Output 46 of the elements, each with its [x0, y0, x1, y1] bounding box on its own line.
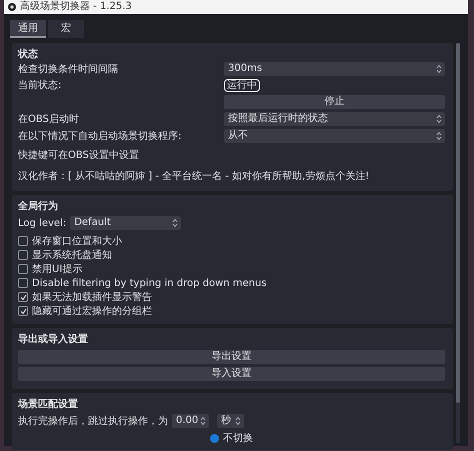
- settings-button[interactable]: 导入设置: [18, 367, 445, 381]
- checkbox[interactable]: [18, 250, 28, 260]
- checkbox-label: 隐藏可通过宏操作的分组栏: [32, 304, 152, 318]
- up-down-arrows-icon[interactable]: [436, 131, 442, 141]
- checkbox-label: 如果无法加载插件显示警告: [32, 290, 152, 304]
- checkbox[interactable]: [18, 306, 28, 316]
- settings-button[interactable]: 导出设置: [18, 350, 445, 364]
- field-label: 执行完操作后，跳过执行操作，为: [18, 414, 168, 428]
- checkbox-label: Disable filtering by typing in drop down menus: [32, 276, 267, 290]
- tab[interactable]: 宏: [48, 20, 84, 38]
- up-down-arrows-icon[interactable]: [436, 114, 442, 124]
- up-down-arrows-icon[interactable]: [436, 64, 442, 74]
- checkbox[interactable]: [18, 236, 28, 246]
- field-label: 在OBS启动时: [18, 112, 79, 126]
- info-text: 快捷键可在OBS设置中设置: [18, 149, 139, 162]
- group-title: 全局行为: [18, 200, 58, 214]
- checkbox-label: 显示系统托盘通知: [32, 248, 112, 262]
- checkbox[interactable]: [18, 292, 28, 302]
- field-label: Log level:: [18, 216, 66, 230]
- dropdown[interactable]: 秒: [217, 414, 244, 428]
- radio-label: 不切换: [223, 432, 253, 444]
- up-down-arrows-icon[interactable]: [172, 218, 178, 228]
- app-logo-icon: [8, 3, 16, 11]
- checkbox[interactable]: [18, 278, 28, 288]
- group-title: 导出或导入设置: [18, 332, 88, 347]
- field-label: 在以下情况下自动启动场景切换程序:: [18, 130, 182, 142]
- tab[interactable]: 通用: [10, 20, 46, 38]
- spin-box[interactable]: 300ms: [224, 62, 445, 76]
- checkbox-label: 保存窗口位置和大小: [32, 234, 122, 248]
- dropdown[interactable]: 按照最后运行时的状态: [224, 112, 445, 126]
- field-label: 检查切换条件时间间隔: [18, 62, 118, 76]
- up-down-arrows-icon[interactable]: [235, 416, 241, 426]
- group-title: 状态: [18, 48, 38, 62]
- dropdown[interactable]: 从不: [224, 129, 445, 143]
- checkbox-label: 禁用UI提示: [32, 262, 82, 276]
- radio-button[interactable]: [210, 434, 219, 442]
- stop-button[interactable]: 停止: [224, 95, 445, 109]
- spin-box[interactable]: 0.00: [172, 414, 209, 428]
- checkbox[interactable]: [18, 264, 28, 274]
- window-title: 高级场景切换器 - 1.25.3: [20, 1, 132, 13]
- group-title: 场景匹配设置: [18, 398, 78, 412]
- info-text: 汉化作者：[ 从不咕咕的阿婶 ] - 全平台统一名 - 如对你有所帮助,劳烦点个关注!: [18, 170, 370, 183]
- dropdown[interactable]: Default: [70, 216, 182, 230]
- up-down-arrows-icon[interactable]: [200, 416, 206, 426]
- field-label: 当前状态:: [18, 79, 62, 92]
- status-badge: 运行中: [224, 79, 260, 92]
